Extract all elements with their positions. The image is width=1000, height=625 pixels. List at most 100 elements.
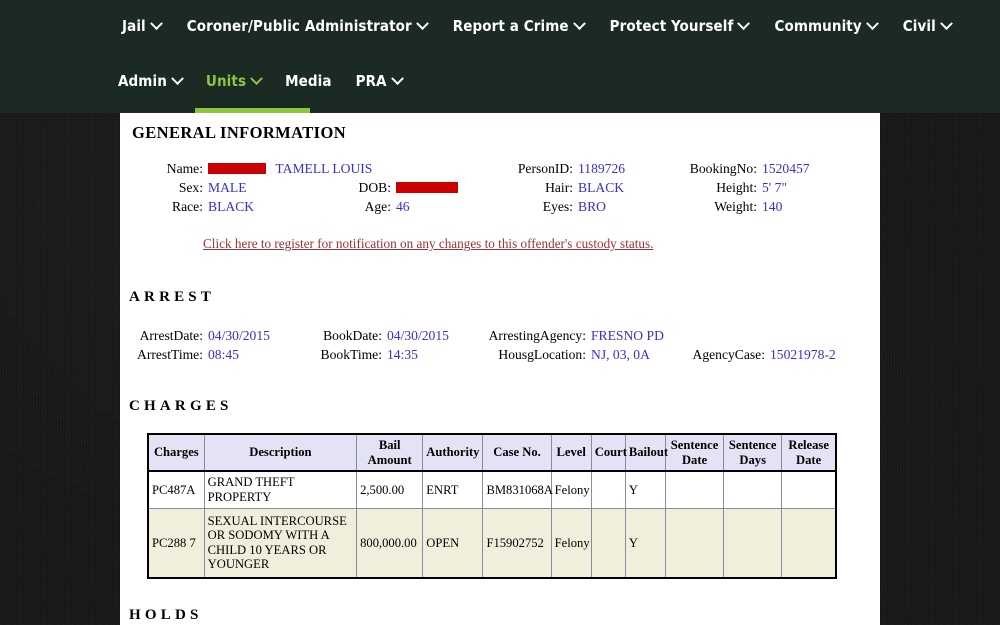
column-header-case-no: Case No.: [482, 433, 552, 472]
nav-label: PRA: [355, 72, 387, 90]
field-hair-value-wrap: BLACK: [578, 180, 624, 195]
nav-item-protect-yourself[interactable]: Protect Yourself: [610, 0, 751, 52]
arrest-heading: ARREST: [129, 289, 216, 305]
field-dob-value-wrap: [396, 180, 458, 195]
field-arrestingagency-value-wrap: FRESNO PD: [591, 328, 664, 343]
chevron-down-icon: [390, 71, 404, 85]
field-age-label: Age:: [364, 199, 391, 214]
dob-redaction-bar: [396, 182, 458, 193]
column-header-bail-amount: Bail Amount: [356, 433, 424, 472]
field-height-label-wrap: Height:: [716, 180, 757, 195]
cell-sentence-date: [664, 507, 725, 579]
nav-item-units[interactable]: Units: [205, 52, 263, 110]
field-height-value-wrap: 5' 7": [762, 180, 787, 195]
cell-sentence-days: [723, 507, 783, 579]
field-arrestdate-value-wrap: 04/30/2015: [208, 328, 270, 343]
cell-case-no: BM831068A: [482, 470, 553, 509]
field-age-value: 46: [396, 199, 410, 214]
field-agencycase-value: 15021978-2: [770, 347, 836, 362]
cell-bail-amount: 800,000.00: [356, 507, 424, 579]
field-dob-label: DOB:: [358, 180, 391, 195]
field-sex-label-wrap: Sex:: [179, 180, 203, 195]
header-line-2: Date: [681, 452, 708, 467]
cell-court: [590, 470, 626, 509]
nav-label: Units: [205, 72, 247, 90]
field-eyes-label: Eyes:: [542, 199, 573, 214]
cell-release-date: [781, 507, 837, 579]
column-header-charges: Charges: [147, 433, 205, 472]
table-row[interactable]: PC288 7 SEXUAL INTERCOURSE OR SODOMY WIT…: [147, 507, 837, 579]
field-arrestingagency-label: ArrestingAgency:: [488, 328, 586, 343]
column-header-authority: Authority: [422, 433, 484, 472]
header-line-2: Days: [739, 452, 766, 467]
field-hair-label: Hair:: [545, 180, 573, 195]
field-height-label: Height:: [716, 180, 757, 195]
field-booktime-label: BookTime:: [320, 347, 382, 362]
nav-item-media[interactable]: Media: [285, 52, 331, 110]
register-notification-link[interactable]: Click here to register for notification …: [203, 236, 653, 252]
header-line-1: Release: [788, 438, 829, 452]
nav-item-pra[interactable]: PRA: [355, 52, 404, 110]
field-weight-value-wrap: 140: [762, 199, 782, 214]
chevron-down-icon: [939, 16, 953, 30]
field-race-label: Race:: [172, 199, 203, 214]
field-bookdate-value: 04/30/2015: [387, 328, 449, 343]
table-row[interactable]: PC487A GRAND THEFT PROPERTY 2,500.00 ENR…: [147, 470, 837, 509]
chevron-down-icon: [415, 16, 429, 30]
secondary-nav-row: Admin Units Media PRA: [0, 52, 1000, 110]
field-bookdate-label-wrap: BookDate:: [323, 328, 382, 343]
field-arrestingagency-label-wrap: ArrestingAgency:: [489, 328, 586, 343]
cell-charges: PC288 7: [147, 507, 205, 579]
nav-label: Community: [774, 17, 862, 35]
cell-level: Felony: [550, 470, 592, 509]
primary-nav-row: Jail Coroner/Public Administrator Report…: [0, 0, 1000, 52]
field-bookdate-value-wrap: 04/30/2015: [387, 328, 449, 343]
header-line-1: Sentence: [670, 438, 719, 452]
field-race-value: BLACK: [208, 199, 255, 214]
general-information-heading: GENERAL INFORMATION: [132, 123, 347, 142]
field-name-label-wrap: Name:: [167, 161, 203, 176]
nav-item-admin[interactable]: Admin: [118, 52, 184, 110]
nav-item-jail[interactable]: Jail: [122, 0, 163, 52]
column-header-sentence-date: Sentence Date: [664, 433, 725, 472]
field-booktime-value: 14:35: [387, 347, 418, 362]
charges-table-header-row: Charges Description Bail Amount Authorit…: [147, 433, 837, 472]
nav-item-coroner-public-administrator[interactable]: Coroner/Public Administrator: [187, 0, 429, 52]
field-weight-label: Weight:: [714, 199, 757, 214]
cell-charges: PC487A: [147, 470, 205, 509]
field-personid-value-wrap: 1189726: [578, 161, 625, 176]
nav-item-report-a-crime[interactable]: Report a Crime: [452, 0, 586, 52]
nav-label: Civil: [902, 17, 936, 35]
field-agencycase-label: AgencyCase:: [692, 347, 765, 362]
field-eyes-value-wrap: BRO: [578, 199, 606, 214]
nav-item-community[interactable]: Community: [774, 0, 879, 52]
cell-bail-amount: 2,500.00: [356, 470, 424, 509]
column-header-sentence-days: Sentence Days: [723, 433, 783, 472]
column-header-court: Court: [590, 433, 627, 472]
nav-label: Report a Crime: [452, 17, 569, 35]
field-personid-label-wrap: PersonID:: [518, 161, 573, 176]
cell-court: [590, 507, 626, 579]
nav-label: Admin: [118, 72, 167, 90]
field-bookingno-label-wrap: BookingNo:: [690, 161, 757, 176]
cell-bailout: Y: [624, 470, 666, 509]
nav-item-civil[interactable]: Civil: [902, 0, 953, 52]
chevron-down-icon: [171, 71, 184, 85]
field-race-value-wrap: BLACK: [208, 199, 254, 214]
field-housglocation-label: HousgLocation:: [498, 347, 586, 362]
field-arresttime-value-wrap: 08:45: [208, 347, 239, 362]
cell-bailout: Y: [624, 507, 666, 579]
field-sex-label: Sex:: [178, 180, 203, 195]
field-hair-value: BLACK: [578, 180, 625, 195]
header-line-1: Bail: [378, 438, 401, 452]
field-housglocation-value: NJ, 03, 0A: [591, 347, 650, 362]
field-eyes-label-wrap: Eyes:: [543, 199, 573, 214]
cell-release-date: [781, 470, 837, 509]
field-personid-label: PersonID:: [517, 161, 573, 176]
holds-heading: HOLDS: [129, 607, 203, 623]
cell-authority: ENRT: [422, 470, 484, 509]
field-arrestdate-label-wrap: ArrestDate:: [140, 328, 203, 343]
field-bookingno-value: 1520457: [762, 161, 810, 176]
field-bookdate-label: BookDate:: [323, 328, 382, 343]
nav-label: Jail: [122, 17, 146, 35]
